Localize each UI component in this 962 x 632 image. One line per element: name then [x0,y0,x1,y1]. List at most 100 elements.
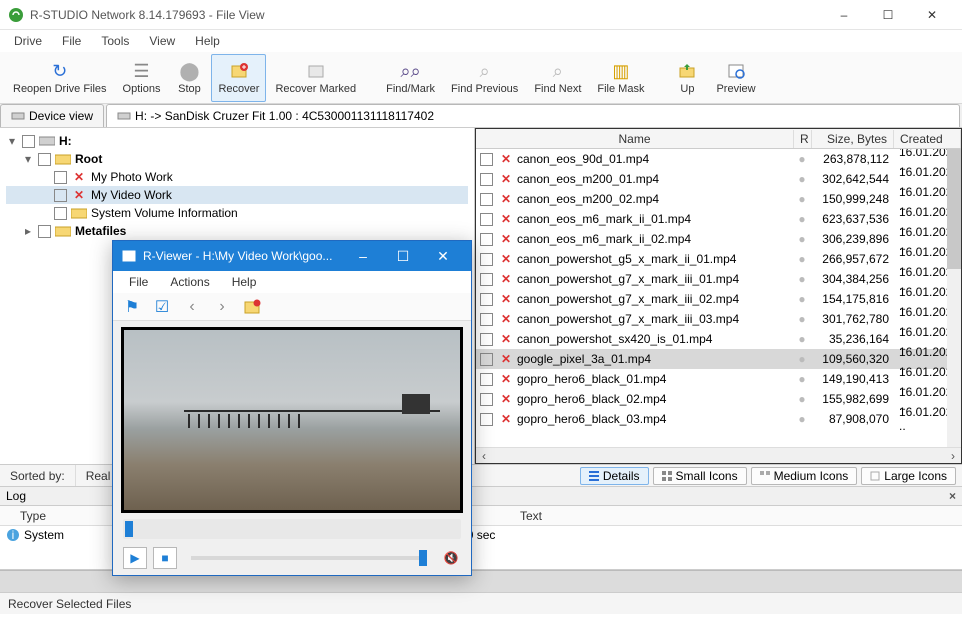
file-row[interactable]: ✕canon_eos_m200_02.mp4●150,999,24816.01.… [476,189,961,209]
file-row[interactable]: ✕canon_powershot_g5_x_mark_ii_01.mp4●266… [476,249,961,269]
check-icon[interactable]: ☑ [151,296,173,318]
maximize-button[interactable]: ☐ [866,1,910,29]
menu-file[interactable]: File [54,32,89,50]
checkbox[interactable] [22,135,35,148]
checkbox[interactable] [480,373,493,386]
checkbox[interactable] [480,333,493,346]
checkbox[interactable] [480,153,493,166]
menu-tools[interactable]: Tools [93,32,137,50]
checkbox[interactable] [480,233,493,246]
stop-button[interactable]: ⬤Stop [169,54,209,102]
menu-view[interactable]: View [141,32,183,50]
checkbox[interactable] [480,213,493,226]
file-row[interactable]: ✕canon_eos_m200_01.mp4●302,642,54416.01.… [476,169,961,189]
tree-node-metafiles[interactable]: ▸Metafiles [6,222,468,240]
file-row[interactable]: ✕canon_powershot_g7_x_mark_iii_02.mp4●15… [476,289,961,309]
file-mask-button[interactable]: ▥File Mask [590,54,651,102]
file-row[interactable]: ✕canon_powershot_g7_x_mark_iii_03.mp4●30… [476,309,961,329]
recover-button[interactable]: Recover [211,54,266,102]
viewer-menu-help[interactable]: Help [222,273,267,291]
checkbox[interactable] [38,225,51,238]
deleted-icon: ✕ [499,272,513,286]
file-row[interactable]: ✕canon_eos_m6_mark_ii_02.mp4●306,239,896… [476,229,961,249]
up-button[interactable]: Up [667,54,707,102]
col-name[interactable]: Name [476,130,794,148]
viewer-close-button[interactable]: ✕ [423,242,463,270]
file-row[interactable]: ✕gopro_hero6_black_03.mp4●87,908,07016.0… [476,409,961,429]
tree-node-video[interactable]: ✕My Video Work [6,186,468,204]
mute-icon[interactable]: 🔇 [441,548,461,568]
log-col-type[interactable]: Type [0,509,120,523]
view-details[interactable]: Details [580,467,649,485]
tree-node-root[interactable]: ▾Root [6,150,468,168]
recover-marked-button[interactable]: Recover Marked [268,54,363,102]
file-row[interactable]: ✕gopro_hero6_black_01.mp4●149,190,41316.… [476,369,961,389]
find-mark-button[interactable]: ⌕⌕Find/Mark [379,54,442,102]
tree-node-drive[interactable]: ▾H: [6,132,468,150]
log-close-button[interactable]: × [949,489,956,503]
tree-node-photo[interactable]: ✕My Photo Work [6,168,468,186]
checkbox[interactable] [480,393,493,406]
viewer-titlebar[interactable]: R-Viewer - H:\My Video Work\goo... – ☐ ✕ [113,241,471,271]
col-size[interactable]: Size, Bytes [812,130,894,148]
stop-playback-button[interactable]: ■ [153,547,177,569]
options-button[interactable]: ☰Options [116,54,168,102]
viewer-maximize-button[interactable]: ☐ [383,242,423,270]
recover-file-icon[interactable] [241,296,263,318]
video-preview[interactable] [121,327,463,513]
file-r: ● [793,372,811,386]
checkbox[interactable] [54,207,67,220]
checkbox[interactable] [480,293,493,306]
view-small-icons[interactable]: Small Icons [653,467,747,485]
tab-device-view[interactable]: Device view [0,104,104,127]
checkbox[interactable] [54,171,67,184]
deleted-icon: ✕ [499,212,513,226]
menu-drive[interactable]: Drive [6,32,50,50]
volume-handle[interactable] [419,550,427,566]
find-next-button[interactable]: ⌕Find Next [527,54,588,102]
checkbox[interactable] [480,413,493,426]
preview-button[interactable]: Preview [709,54,762,102]
close-button[interactable]: ✕ [910,1,954,29]
viewer-minimize-button[interactable]: – [343,242,383,270]
tab-drive[interactable]: H: -> SanDisk Cruzer Fit 1.00 : 4C530001… [106,104,960,127]
checkbox[interactable] [480,313,493,326]
play-button[interactable]: ▶ [123,547,147,569]
menu-help[interactable]: Help [187,32,228,50]
volume-slider[interactable] [191,556,427,560]
reopen-drive-button[interactable]: ↻Reopen Drive Files [6,54,114,102]
file-row[interactable]: ✕gopro_hero6_black_02.mp4●155,982,69916.… [476,389,961,409]
viewer-window[interactable]: R-Viewer - H:\My Video Work\goo... – ☐ ✕… [112,240,472,576]
pin-icon[interactable]: ⚑ [121,296,143,318]
scrollbar-horizontal[interactable]: ‹› [476,447,961,463]
file-row[interactable]: ✕canon_powershot_g7_x_mark_iii_01.mp4●30… [476,269,961,289]
checkbox[interactable] [480,273,493,286]
file-row[interactable]: ✕canon_powershot_sx420_is_01.mp4●35,236,… [476,329,961,349]
file-row[interactable]: ✕canon_eos_m6_mark_ii_01.mp4●623,637,536… [476,209,961,229]
viewer-menu-actions[interactable]: Actions [160,273,219,291]
checkbox[interactable] [480,193,493,206]
checkbox[interactable] [480,173,493,186]
view-large-icons[interactable]: Large Icons [861,467,956,485]
find-previous-button[interactable]: ⌕Find Previous [444,54,525,102]
file-name: canon_eos_m6_mark_ii_02.mp4 [517,232,793,246]
checkbox[interactable] [38,153,51,166]
status-text: Recover Selected Files [8,597,131,611]
scrollbar-vertical[interactable] [947,149,961,447]
col-r[interactable]: R [794,130,812,148]
tree-node-svi[interactable]: System Volume Information [6,204,468,222]
file-list[interactable]: ✕canon_eos_90d_01.mp4●263,878,11216.01.2… [476,149,961,447]
file-row[interactable]: ✕canon_eos_90d_01.mp4●263,878,11216.01.2… [476,149,961,169]
checkbox[interactable] [54,189,67,202]
minimize-button[interactable]: – [822,1,866,29]
checkbox[interactable] [480,253,493,266]
file-row[interactable]: ✕google_pixel_3a_01.mp4●109,560,32016.01… [476,349,961,369]
viewer-menu-file[interactable]: File [119,273,158,291]
seek-handle[interactable] [125,521,133,537]
seek-slider[interactable] [123,519,461,539]
next-icon[interactable]: › [211,296,233,318]
col-created[interactable]: Created [894,130,961,148]
checkbox[interactable] [480,353,493,366]
view-medium-icons[interactable]: Medium Icons [751,467,858,485]
prev-icon[interactable]: ‹ [181,296,203,318]
